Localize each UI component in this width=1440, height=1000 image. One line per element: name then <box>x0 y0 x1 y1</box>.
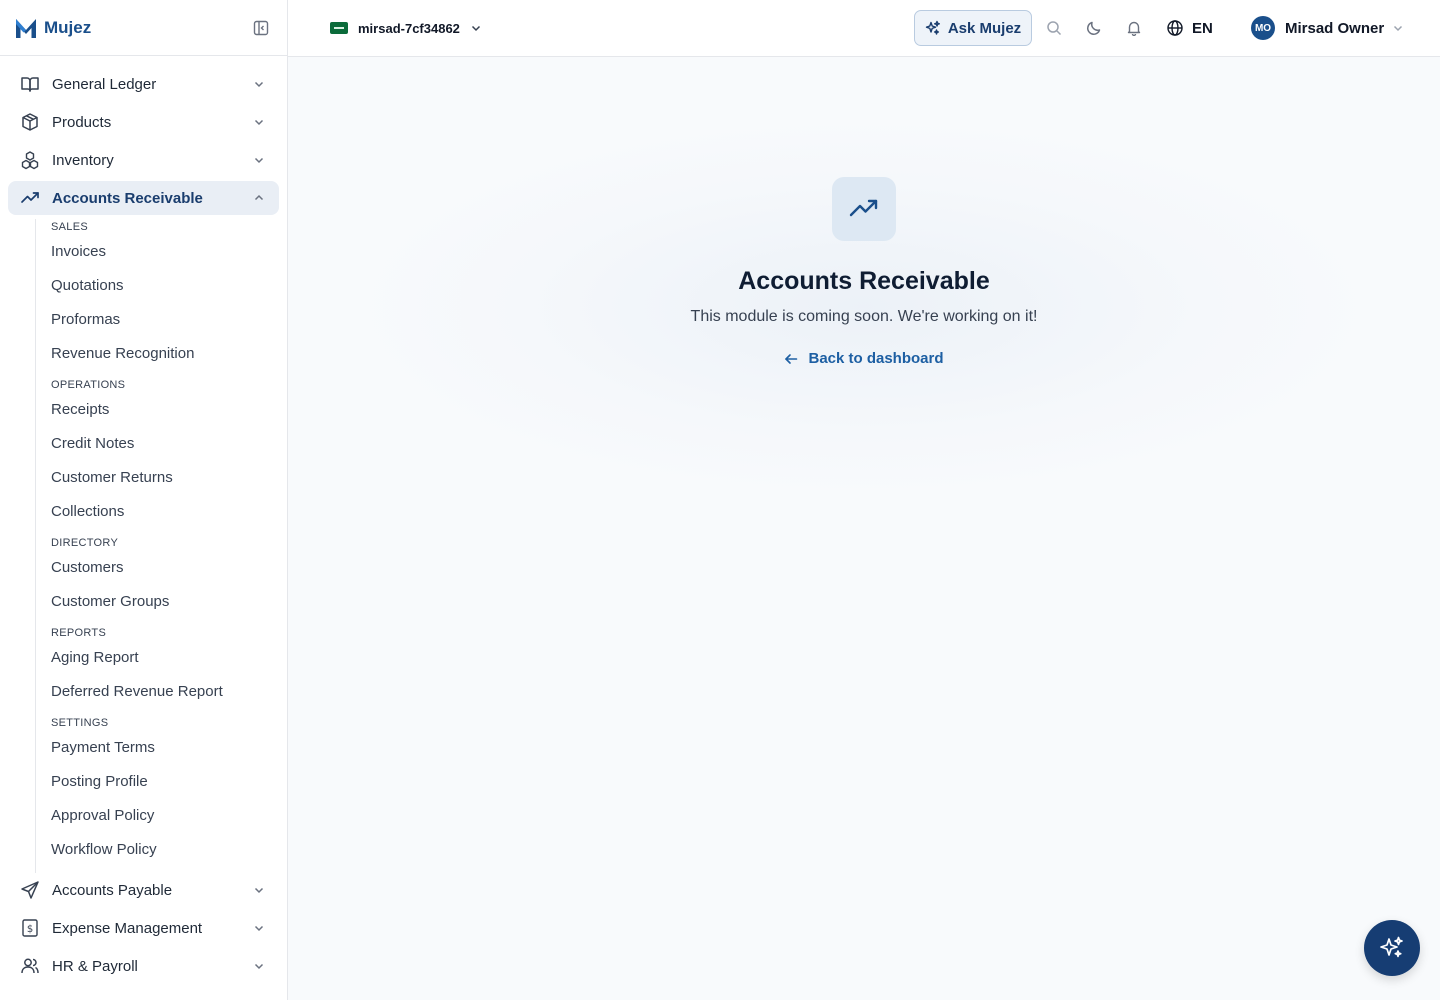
brand-name: Mujez <box>44 17 92 37</box>
submenu-item-invoices[interactable]: Invoices <box>51 235 287 269</box>
submenu-section-reports: REPORTS <box>51 627 107 639</box>
org-switcher[interactable]: mirsad-7cf34862 <box>330 12 482 44</box>
submenu-item-approval-policy[interactable]: Approval Policy <box>51 799 287 833</box>
sparkles-icon <box>1380 936 1403 958</box>
submenu-section-sales: SALES <box>51 221 88 233</box>
language-label: EN <box>1192 19 1213 37</box>
page-description: This module is coming soon. We're workin… <box>690 308 1038 325</box>
bell-icon <box>1127 21 1141 36</box>
svg-text:$: $ <box>27 924 33 935</box>
moon-icon <box>1087 21 1101 35</box>
topbar: mirsad-7cf34862 Ask Mujez EN MO Mirsad O… <box>288 0 1440 57</box>
arrow-left-icon <box>785 353 798 364</box>
ask-mujez-button[interactable]: Ask Mujez <box>914 10 1032 46</box>
trending-up-icon <box>849 199 878 217</box>
language-switcher[interactable]: EN <box>1166 14 1213 42</box>
brand-logo[interactable]: Mujez <box>14 17 91 39</box>
chevron-down-icon <box>1394 25 1403 32</box>
submenu-item-aging-report[interactable]: Aging Report <box>51 641 287 675</box>
avatar: MO <box>1251 16 1275 40</box>
search-icon <box>1047 21 1062 36</box>
coming-soon-panel: Accounts Receivable This module is comin… <box>288 177 1440 367</box>
page-title: Accounts Receivable <box>738 267 990 295</box>
submenu-item-payment-terms[interactable]: Payment Terms <box>51 731 287 765</box>
user-menu[interactable]: MO Mirsad Owner <box>1251 14 1404 42</box>
sidebar-item-products[interactable]: Products <box>8 105 279 139</box>
trending-up-icon <box>20 188 40 208</box>
sidebar-item-accounts-receivable[interactable]: Accounts Receivable <box>8 181 279 215</box>
sidebar: Mujez General Ledger Products Inventory … <box>0 0 288 1000</box>
sidebar-item-label: General Ledger <box>52 75 157 93</box>
sidebar-item-general-ledger[interactable]: General Ledger <box>8 67 279 101</box>
chevron-down-icon <box>251 152 267 168</box>
saudi-flag-icon <box>330 22 348 34</box>
back-to-dashboard-label: Back to dashboard <box>808 350 944 367</box>
submenu-item-credit-notes[interactable]: Credit Notes <box>51 427 287 461</box>
submenu-item-posting-profile[interactable]: Posting Profile <box>51 765 287 799</box>
receipt-dollar-icon: $ <box>20 918 40 938</box>
send-icon <box>20 880 40 900</box>
sidebar-item-expense-management[interactable]: $ Expense Management <box>8 911 279 945</box>
submenu-item-deferred-revenue-report[interactable]: Deferred Revenue Report <box>51 675 287 709</box>
sidebar-item-hr-payroll[interactable]: HR & Payroll <box>8 949 279 983</box>
ai-assistant-fab[interactable] <box>1364 920 1420 976</box>
main-content: Accounts Receivable This module is comin… <box>288 57 1440 1000</box>
submenu-item-customer-returns[interactable]: Customer Returns <box>51 461 287 495</box>
boxes-icon <box>20 150 40 170</box>
book-open-icon <box>20 74 40 94</box>
panel-left-icon <box>253 20 269 35</box>
chevron-down-icon <box>471 25 480 32</box>
collapse-sidebar-button[interactable] <box>251 18 271 38</box>
chevron-down-icon <box>251 114 267 130</box>
chevron-down-icon <box>251 76 267 92</box>
sparkles-icon <box>925 20 940 35</box>
back-to-dashboard-link[interactable]: Back to dashboard <box>784 350 944 367</box>
chevron-down-icon <box>251 882 267 898</box>
notifications-button[interactable] <box>1124 18 1144 38</box>
submenu-item-customers[interactable]: Customers <box>51 551 287 585</box>
sidebar-item-inventory[interactable]: Inventory <box>8 143 279 177</box>
submenu-item-revenue-recognition[interactable]: Revenue Recognition <box>51 337 287 371</box>
users-icon <box>20 956 40 976</box>
submenu-item-proformas[interactable]: Proformas <box>51 303 287 337</box>
submenu-section-settings: SETTINGS <box>51 717 109 729</box>
chevron-up-icon <box>251 190 267 206</box>
chevron-down-icon <box>251 958 267 974</box>
sidebar-item-label: Accounts Receivable <box>52 189 203 207</box>
search-button[interactable] <box>1044 18 1064 38</box>
sidebar-item-label: Products <box>52 113 112 131</box>
mujez-logo-icon <box>16 18 36 38</box>
module-icon-tile <box>832 177 896 241</box>
sidebar-item-accounts-payable[interactable]: Accounts Payable <box>8 873 279 907</box>
ask-mujez-label: Ask Mujez <box>947 19 1022 37</box>
submenu-item-receipts[interactable]: Receipts <box>51 393 287 427</box>
org-name: mirsad-7cf34862 <box>358 20 460 36</box>
submenu-item-customer-groups[interactable]: Customer Groups <box>51 585 287 619</box>
theme-toggle-button[interactable] <box>1084 18 1104 38</box>
submenu-section-operations: OPERATIONS <box>51 379 126 391</box>
submenu-section-directory: DIRECTORY <box>51 537 119 549</box>
sidebar-item-label: Inventory <box>52 151 114 169</box>
submenu-item-quotations[interactable]: Quotations <box>51 269 287 303</box>
sidebar-nav: General Ledger Products Inventory Accoun… <box>0 56 287 983</box>
chevron-down-icon <box>251 920 267 936</box>
package-icon <box>20 112 40 132</box>
submenu-item-workflow-policy[interactable]: Workflow Policy <box>51 833 287 867</box>
sidebar-header: Mujez <box>0 0 287 56</box>
sidebar-item-label: HR & Payroll <box>52 957 138 975</box>
user-name: Mirsad Owner <box>1285 19 1385 37</box>
globe-icon <box>1167 20 1183 36</box>
sidebar-item-label: Expense Management <box>52 919 203 937</box>
accounts-receivable-submenu: SALES Invoices Quotations Proformas Reve… <box>35 219 287 873</box>
submenu-item-collections[interactable]: Collections <box>51 495 287 529</box>
sidebar-item-label: Accounts Payable <box>52 881 173 899</box>
